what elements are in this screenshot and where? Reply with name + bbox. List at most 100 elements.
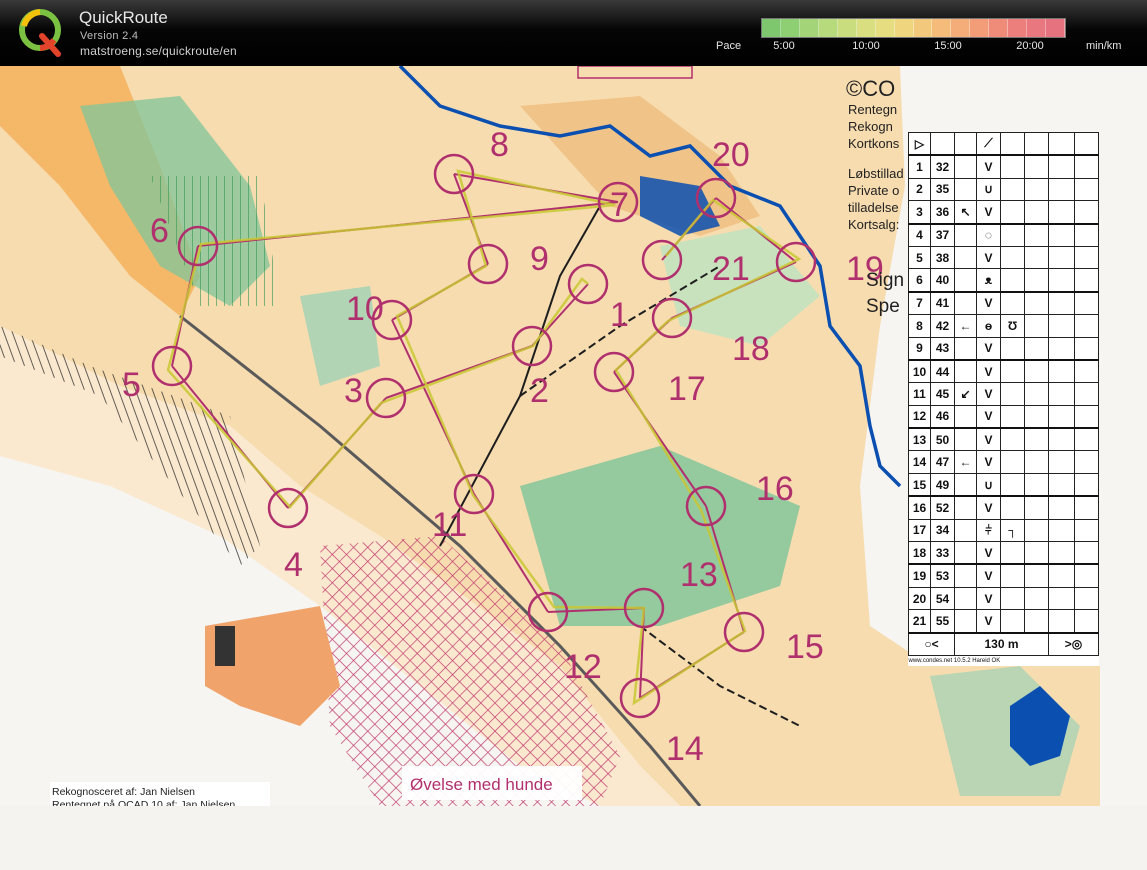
finish-left-icon: ○< — [908, 632, 955, 656]
description-row: 9 43 V — [908, 336, 1099, 361]
feature-symbol-icon: ᴥ — [976, 268, 1001, 293]
feature-symbol-icon: V — [976, 541, 1001, 566]
empty-cell — [1048, 223, 1075, 247]
empty-cell — [1048, 450, 1075, 474]
direction-symbol-icon — [954, 472, 977, 498]
empty-cell — [1024, 518, 1049, 543]
app-url-link[interactable]: matstroeng.se/quickroute/en — [80, 44, 237, 58]
appearance-symbol-icon — [1000, 404, 1025, 430]
direction-symbol-icon — [954, 154, 977, 179]
feature-symbol-icon: V — [976, 200, 1001, 225]
control-number: 20 — [908, 586, 931, 611]
empty-cell — [1048, 586, 1075, 611]
appearance-symbol-icon: Ʊ — [1000, 314, 1025, 338]
control-number: 12 — [908, 404, 931, 430]
control-number: 4 — [908, 223, 931, 247]
appearance-symbol-icon — [1000, 245, 1025, 270]
feature-symbol-icon: V — [976, 586, 1001, 611]
empty-cell — [1074, 200, 1099, 225]
pace-color-scale — [761, 18, 1066, 38]
empty-cell — [1074, 495, 1099, 520]
empty-cell — [1074, 609, 1099, 634]
description-row: 6 40 ᴥ — [908, 268, 1099, 293]
empty-cell — [1048, 404, 1075, 430]
appearance-symbol-icon — [1000, 495, 1025, 520]
empty-cell — [1074, 268, 1099, 293]
control-code: 37 — [930, 223, 955, 247]
description-row: 13 50 V — [908, 427, 1099, 452]
pace-color-cell — [913, 19, 933, 37]
description-row: 5 38 V — [908, 245, 1099, 270]
empty-cell — [1024, 427, 1049, 452]
control-code: 40 — [930, 268, 955, 293]
appearance-symbol-icon — [1000, 223, 1025, 247]
control-code: 50 — [930, 427, 955, 452]
direction-symbol-icon — [954, 177, 977, 202]
pace-tick: 20:00 — [1016, 40, 1044, 52]
appearance-symbol-icon — [1000, 336, 1025, 361]
direction-symbol-icon — [954, 223, 977, 247]
control-label: 16 — [756, 470, 794, 508]
control-code: 33 — [930, 541, 955, 566]
empty-cell — [1074, 382, 1099, 406]
control-number: 2 — [908, 177, 931, 202]
control-number: 17 — [908, 518, 931, 543]
appearance-symbol-icon: ┐ — [1000, 518, 1025, 543]
control-label: 7 — [610, 186, 629, 224]
feature-symbol-icon: V — [976, 450, 1001, 474]
info-line: Kortkons — [848, 136, 900, 151]
control-label: 20 — [712, 136, 750, 174]
orienteering-map[interactable]: 1 2 3 4 5 6 7 8 9 10 11 12 13 14 15 16 17 18 19 20 21 ©CO Re… — [0, 66, 1147, 870]
description-row: 12 46 V — [908, 404, 1099, 430]
app-version: Version 2.4 — [80, 30, 139, 42]
empty-cell — [1048, 291, 1075, 316]
header-cell — [930, 132, 955, 157]
feature-symbol-icon: V — [976, 336, 1001, 361]
finish-right-icon: >◎ — [1048, 632, 1099, 656]
control-number: 15 — [908, 472, 931, 498]
control-label: 14 — [666, 730, 704, 768]
empty-cell — [1048, 359, 1075, 384]
description-row: 21 55 V — [908, 609, 1099, 634]
control-number: 5 — [908, 245, 931, 270]
pace-color-cell — [799, 19, 819, 37]
finish-row: ○< 130 m >◎ — [908, 632, 1099, 656]
control-code: 38 — [930, 245, 955, 270]
control-number: 9 — [908, 336, 931, 361]
control-number: 3 — [908, 200, 931, 225]
control-label: 6 — [150, 212, 169, 250]
feature-symbol-icon: V — [976, 291, 1001, 316]
direction-symbol-icon — [954, 541, 977, 566]
empty-cell — [1074, 245, 1099, 270]
control-number: 21 — [908, 609, 931, 634]
condes-credit: www.condes.net 10.5.2 Hareid OK — [908, 657, 1001, 664]
control-number: 10 — [908, 359, 931, 384]
empty-cell — [1074, 450, 1099, 474]
feature-symbol-icon: V — [976, 245, 1001, 270]
appearance-symbol-icon — [1000, 586, 1025, 611]
empty-cell — [1048, 268, 1075, 293]
header-cell — [1074, 132, 1099, 157]
feature-symbol-icon: V — [976, 382, 1001, 406]
empty-cell — [1024, 563, 1049, 588]
building — [215, 626, 235, 666]
copyright-text: ©CO — [846, 76, 895, 101]
empty-cell — [1048, 336, 1075, 361]
empty-cell — [1048, 609, 1075, 634]
pace-color-cell — [780, 19, 800, 37]
control-label: 4 — [284, 546, 303, 584]
direction-symbol-icon — [954, 245, 977, 270]
empty-cell — [1024, 541, 1049, 566]
app-header: Q QuickRoute Version 2.4 matstroeng.se/q… — [0, 0, 1147, 66]
description-row: 19 53 V — [908, 563, 1099, 588]
control-code: 46 — [930, 404, 955, 430]
empty-cell — [1048, 154, 1075, 179]
control-number: 13 — [908, 427, 931, 452]
exercise-label: Øvelse med hunde — [410, 775, 553, 794]
empty-cell — [1074, 154, 1099, 179]
description-row: 7 41 V — [908, 291, 1099, 316]
empty-cell — [1074, 427, 1099, 452]
appearance-symbol-icon — [1000, 200, 1025, 225]
description-row: 14 47 ← V — [908, 450, 1099, 474]
quickroute-logo-icon: Q — [19, 9, 61, 57]
